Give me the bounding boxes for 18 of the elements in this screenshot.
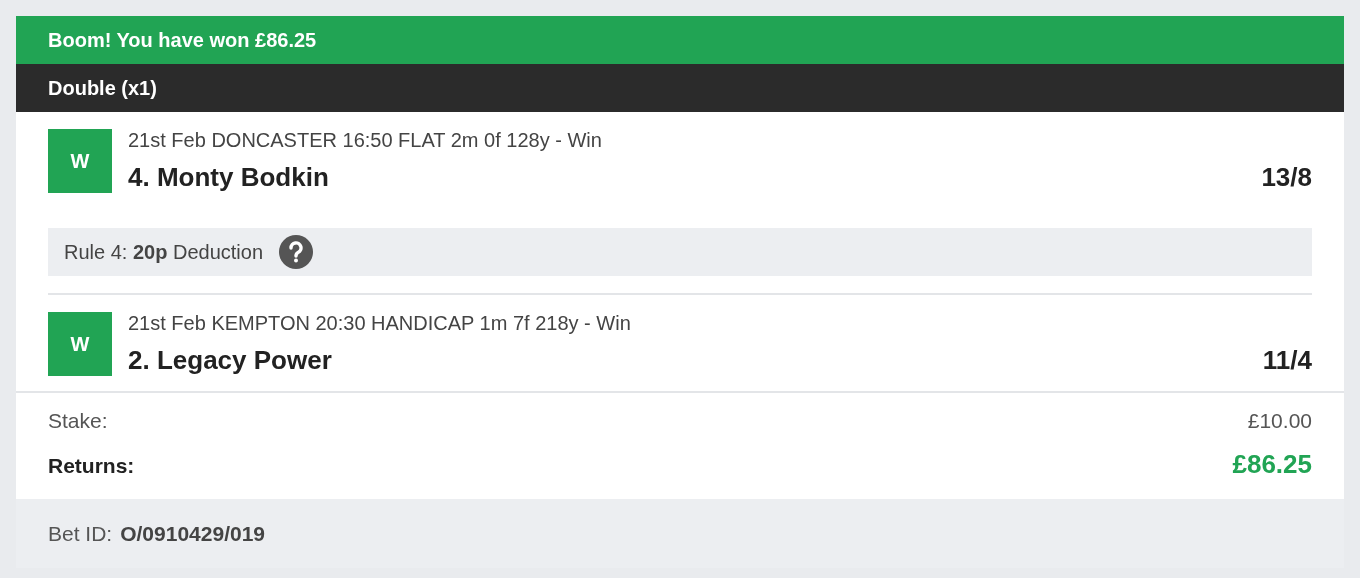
result-badge: W (48, 312, 112, 376)
bet-id-label: Bet ID: (48, 521, 113, 546)
result-badge: W (48, 129, 112, 193)
bet-type-title: Double (x1) (48, 76, 157, 100)
odds: 13/8 (1261, 162, 1312, 193)
event-details: 21st Feb KEMPTON 20:30 HANDICAP 1m 7f 218y - Win (128, 312, 632, 335)
odds: 11/4 (1262, 345, 1312, 376)
returns-label: Returns: (48, 454, 135, 478)
help-icon[interactable] (279, 235, 314, 269)
stake-amount: £10.00 (1247, 409, 1312, 433)
runner-name: 2. Legacy Power (128, 345, 332, 376)
win-message: Boom! You have won £86.25 (48, 28, 317, 52)
runner-name: 4. Monty Bodkin (128, 162, 329, 193)
bet-id: O/0910429/019 (120, 521, 265, 546)
returns-amount: £86.25 (1232, 449, 1312, 480)
event-details: 21st Feb DONCASTER 16:50 FLAT 2m 0f 128y - Win (128, 129, 603, 152)
rule4-text: Rule 4: 20p Deduction (64, 240, 264, 264)
stake-label: Stake: (48, 409, 108, 433)
